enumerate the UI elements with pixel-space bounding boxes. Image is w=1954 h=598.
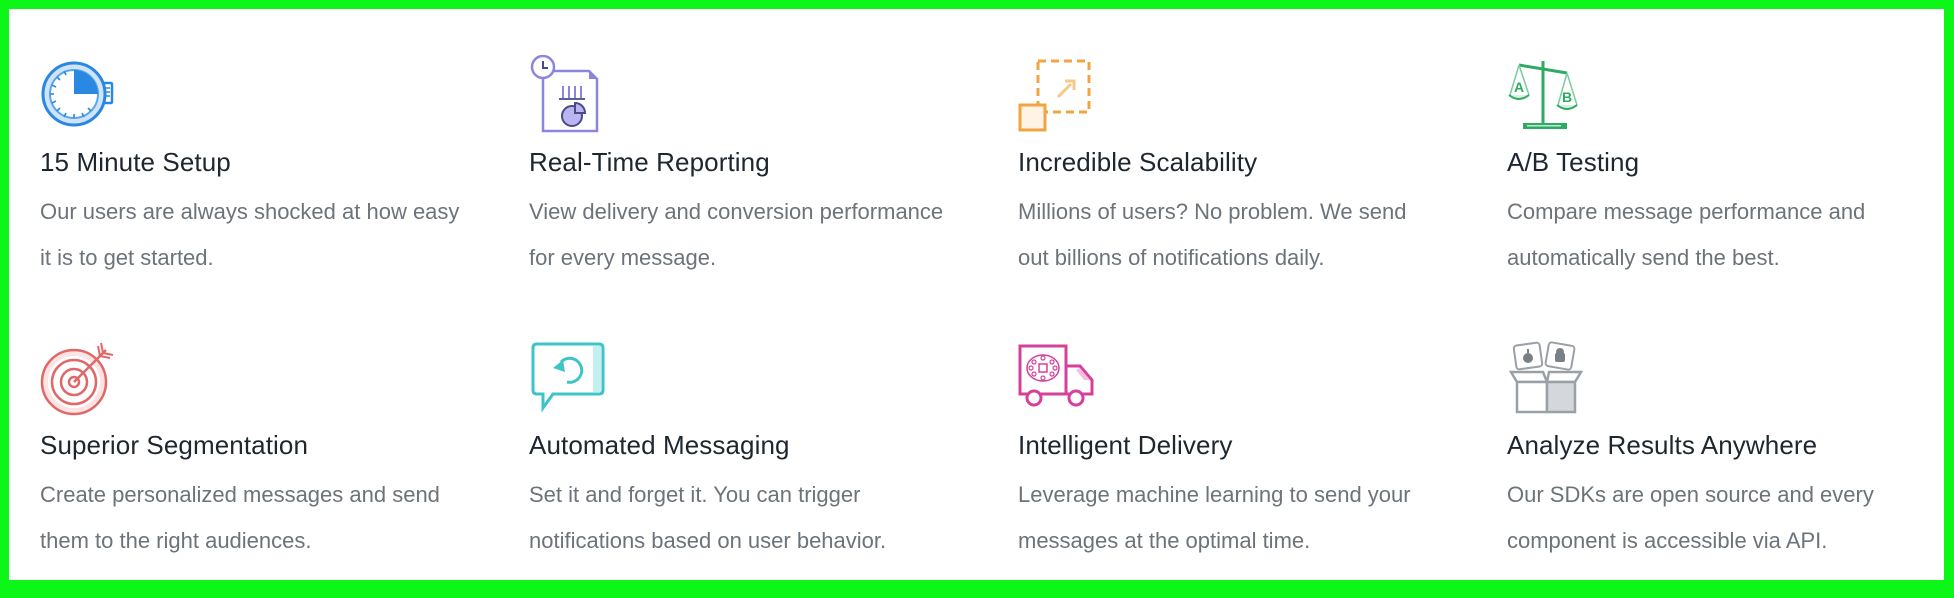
feature-description: Create personalized messages and send th… [40,482,440,553]
sdk-box-icon [1507,338,1585,416]
feature-card: Automated Messaging Set it and forget it… [529,338,1018,598]
feature-description: Our users are always shocked at how easy… [40,199,460,270]
icon-label-a: A [1514,79,1524,95]
scale-up-icon [1018,55,1096,133]
feature-title: Incredible Scalability [1018,147,1258,177]
feature-title: Analyze Results Anywhere [1507,430,1818,460]
feature-title: A/B Testing [1507,147,1640,177]
feature-description: Set it and forget it. You can trigger no… [529,482,887,553]
feature-title: Real-Time Reporting [529,147,770,177]
features-section: 15 Minute Setup Our users are always sho… [9,9,1944,580]
feature-description: Our SDKs are open source and every compo… [1507,482,1874,553]
feature-description: Compare message performance and automati… [1507,199,1866,270]
icon-label-b: B [1562,89,1572,105]
feature-card: Real-Time Reporting View delivery and co… [529,55,1018,338]
feature-card: Superior Segmentation Create personalize… [40,338,529,598]
feature-card: 15 Minute Setup Our users are always sho… [40,55,529,338]
feature-card: Intelligent Delivery Leverage machine le… [1018,338,1507,598]
android-icon [1555,348,1565,362]
feature-description: View delivery and conversion performance… [529,199,944,270]
chat-refresh-icon [529,338,607,416]
target-icon [40,338,118,416]
feature-card: Analyze Results Anywhere Our SDKs are op… [1507,338,1954,598]
balance-scale-icon: A B [1507,55,1585,133]
feature-description: Millions of users? No problem. We send o… [1018,199,1407,270]
feature-card: A B A/B Testing Compare message performa… [1507,55,1954,338]
report-document-icon [529,55,607,133]
feature-title: Superior Segmentation [40,430,309,460]
feature-card: Incredible Scalability Millions of users… [1018,55,1507,338]
delivery-truck-icon [1018,338,1096,416]
feature-title: Intelligent Delivery [1018,430,1233,460]
feature-title: 15 Minute Setup [40,147,231,177]
feature-description: Leverage machine learning to send your m… [1018,482,1411,553]
feature-title: Automated Messaging [529,430,790,460]
features-grid: 15 Minute Setup Our users are always sho… [40,55,1954,598]
stopwatch-icon [40,55,118,133]
